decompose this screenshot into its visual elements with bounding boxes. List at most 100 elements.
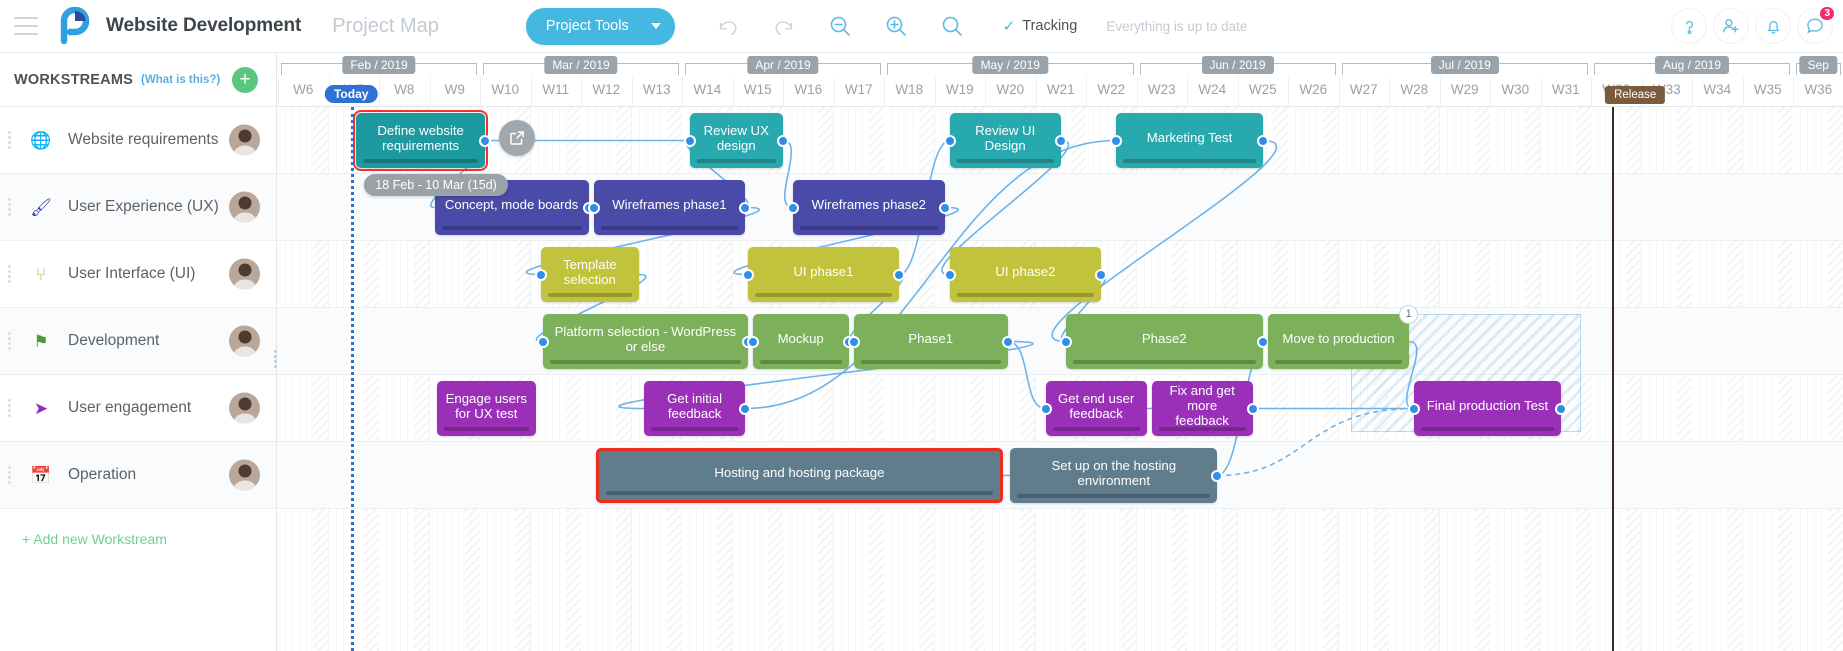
task-bar[interactable]: Final production Test	[1408, 381, 1567, 436]
dependency-handle[interactable]	[1211, 469, 1224, 482]
month-label: Apr / 2019	[747, 56, 819, 74]
dependency-handle[interactable]	[1001, 335, 1014, 348]
task-bar[interactable]: Platform selection - WordPress or else	[537, 314, 754, 369]
dependency-handle[interactable]	[943, 268, 956, 281]
gantt-timeline: Define website requirements Review UX des…	[277, 53, 1843, 651]
workstream-row[interactable]: 📅 Operation	[0, 442, 276, 509]
task-bar[interactable]: Get initial feedback	[644, 381, 752, 436]
dependency-handle[interactable]	[847, 335, 860, 348]
dependency-handle[interactable]	[1408, 402, 1421, 415]
open-external-icon[interactable]	[499, 120, 536, 156]
tracking-toggle[interactable]: ✓ Tracking	[1003, 17, 1078, 35]
dependency-handle[interactable]	[1054, 134, 1067, 147]
dependency-handle[interactable]	[534, 268, 547, 281]
week-label: W24	[1198, 82, 1227, 97]
task-label: Hosting and hosting package	[714, 465, 885, 480]
dependency-handle[interactable]	[746, 335, 759, 348]
task-bar[interactable]: Marketing Test	[1110, 113, 1269, 168]
task-bar[interactable]: Move to production 1	[1267, 305, 1419, 369]
dependency-handle[interactable]	[943, 134, 956, 147]
task-bar[interactable]: Hosting and hosting package	[596, 448, 1003, 503]
task-bar[interactable]: UI phase2	[943, 247, 1108, 302]
dependency-handle[interactable]	[537, 335, 550, 348]
task-bar[interactable]: Phase2	[1059, 314, 1269, 369]
task-bar[interactable]: Wireframes phase2	[787, 180, 951, 235]
workstream-row[interactable]: 🌐 Website requirements	[0, 107, 276, 174]
dependency-handle[interactable]	[683, 134, 696, 147]
dependency-handle[interactable]	[1246, 402, 1259, 415]
dependency-handle[interactable]	[776, 134, 789, 147]
dependency-handle[interactable]	[1256, 335, 1269, 348]
task-bar[interactable]: Get end user feedback	[1039, 381, 1147, 436]
panel-splitter-handle[interactable]	[271, 350, 279, 368]
dependency-handle[interactable]	[938, 201, 951, 214]
dependency-handle[interactable]	[1095, 268, 1108, 281]
dependency-handle[interactable]	[1256, 134, 1269, 147]
week-label: W36	[1804, 82, 1833, 97]
search-icon[interactable]	[935, 9, 969, 43]
add-workstream-button[interactable]: +	[232, 66, 258, 93]
undo-icon[interactable]	[711, 9, 745, 43]
dependency-handle[interactable]	[1059, 335, 1072, 348]
drag-handle-icon[interactable]	[8, 198, 12, 216]
workstream-row[interactable]: 🖌 User Experience (UX)	[0, 174, 276, 241]
avatar[interactable]	[229, 191, 260, 223]
dependency-handle[interactable]	[1554, 402, 1567, 415]
avatar[interactable]	[229, 124, 260, 156]
task-bar[interactable]: UI phase1	[741, 247, 906, 302]
workstream-row[interactable]: ⑂ User Interface (UI)	[0, 241, 276, 308]
task-label: Wireframes phase2	[811, 197, 927, 212]
task-bar[interactable]: Set up on the hosting environment	[1010, 448, 1224, 503]
bell-icon[interactable]	[1755, 8, 1791, 44]
help-icon[interactable]	[1671, 8, 1707, 44]
dependency-handle[interactable]	[893, 268, 906, 281]
what-is-this-link[interactable]: (What is this?)	[141, 74, 220, 86]
globe-icon: 🌐	[30, 130, 52, 150]
zoom-out-icon[interactable]	[823, 9, 857, 43]
redo-icon[interactable]	[767, 9, 801, 43]
branch-icon: ⑂	[35, 264, 47, 284]
proggio-logo[interactable]	[54, 6, 92, 45]
dependency-handle[interactable]	[787, 201, 800, 214]
dependency-handle[interactable]	[741, 268, 754, 281]
release-marker-label[interactable]: Release	[1605, 86, 1666, 104]
task-bar[interactable]: Fix and get more feedback	[1151, 381, 1259, 436]
task-bar[interactable]: Phase1	[847, 314, 1014, 369]
avatar[interactable]	[229, 258, 260, 290]
add-new-workstream-link[interactable]: + Add new Workstream	[0, 509, 276, 547]
task-progress-bar	[1123, 159, 1256, 163]
zoom-in-icon[interactable]	[879, 9, 913, 43]
task-bar[interactable]: Template selection	[534, 247, 640, 302]
avatar[interactable]	[229, 459, 260, 491]
avatar[interactable]	[229, 392, 260, 424]
task-bar[interactable]: Review UI Design	[943, 113, 1067, 168]
dependency-handle[interactable]	[739, 201, 752, 214]
task-bar[interactable]: Mockup	[746, 314, 855, 369]
task-progress-bar	[363, 159, 479, 163]
task-bar[interactable]: Define website requirements	[353, 110, 492, 171]
drag-handle-icon[interactable]	[8, 332, 12, 350]
chat-icon[interactable]: 3	[1797, 5, 1836, 44]
drag-handle-icon[interactable]	[8, 131, 12, 149]
week-label: W6	[293, 82, 314, 97]
drag-handle-icon[interactable]	[8, 399, 12, 417]
today-marker-label[interactable]: Today	[324, 85, 378, 103]
workstream-row[interactable]: ➤ User engagement	[0, 375, 276, 442]
dependency-handle[interactable]	[1039, 402, 1052, 415]
avatar[interactable]	[229, 325, 260, 357]
dependency-handle[interactable]	[587, 201, 600, 214]
drag-handle-icon[interactable]	[8, 466, 12, 484]
week-label: W26	[1299, 82, 1328, 97]
task-bar[interactable]: Review UX design	[683, 113, 789, 168]
drag-handle-icon[interactable]	[8, 265, 12, 283]
task-bar[interactable]: Engage users for UX test	[437, 381, 536, 436]
add-user-icon[interactable]	[1713, 8, 1749, 44]
dependency-handle[interactable]	[1110, 134, 1123, 147]
dependency-handle[interactable]	[739, 402, 752, 415]
horizontal-scrollbar[interactable]	[277, 644, 1843, 651]
task-bar[interactable]: Wireframes phase1	[587, 180, 752, 235]
workstream-row[interactable]: ⚑ Development	[0, 308, 276, 375]
project-tools-button[interactable]: Project Tools	[525, 7, 675, 45]
hamburger-icon[interactable]	[14, 17, 38, 35]
dependency-handle[interactable]	[479, 134, 492, 147]
